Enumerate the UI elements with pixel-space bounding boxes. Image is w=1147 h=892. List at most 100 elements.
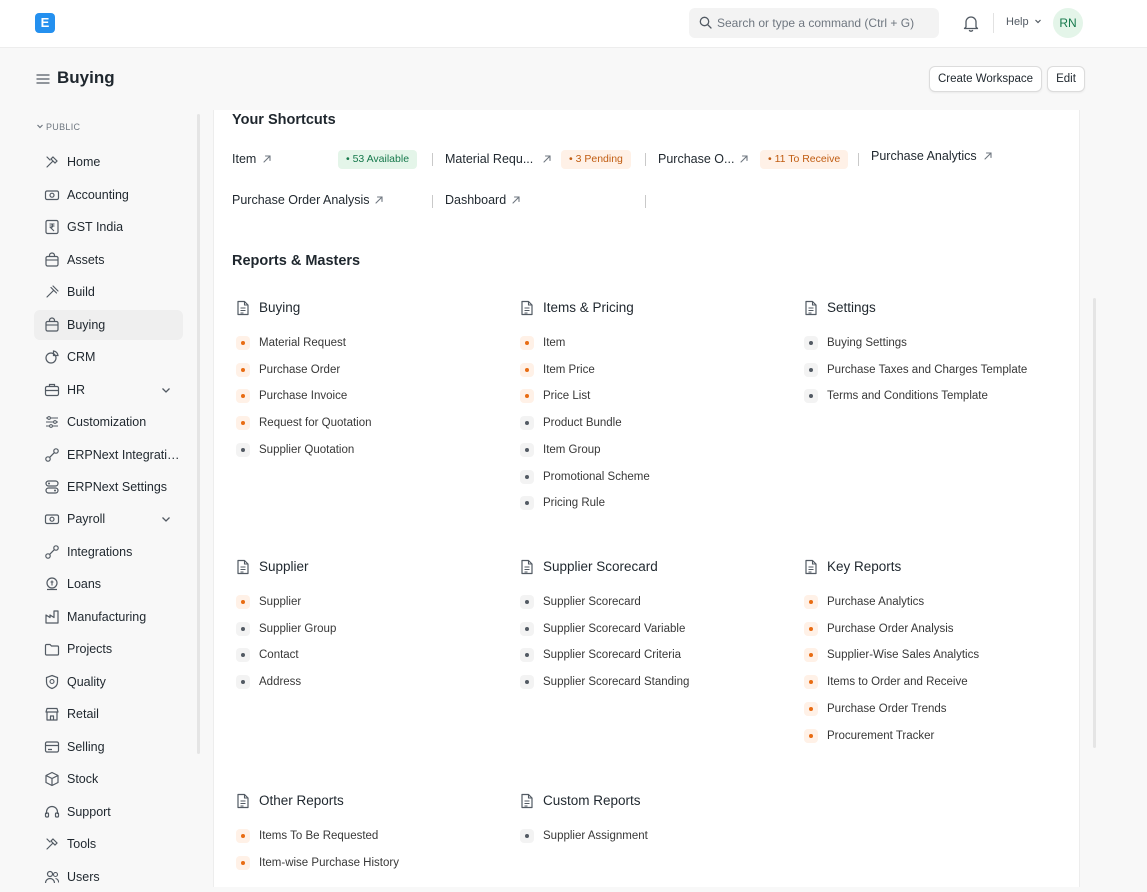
report-link[interactable]: Address bbox=[259, 676, 301, 688]
status-dot bbox=[236, 621, 250, 636]
content-scrollbar[interactable] bbox=[1093, 298, 1096, 748]
sidebar-item-gst-india[interactable]: GST India bbox=[34, 212, 183, 242]
status-dot bbox=[236, 855, 250, 870]
sidebar-item-buying[interactable]: Buying bbox=[34, 310, 183, 340]
report-link[interactable]: Terms and Conditions Template bbox=[827, 390, 988, 402]
sidebar-toggle-icon[interactable] bbox=[36, 73, 50, 85]
report-link[interactable]: Buying Settings bbox=[827, 337, 907, 349]
report-link[interactable]: Product Bundle bbox=[543, 417, 622, 429]
report-link[interactable]: Item bbox=[543, 337, 565, 349]
sidebar-item-label: ERPNext Integrations bbox=[67, 448, 182, 462]
sidebar-item-users[interactable]: Users bbox=[34, 862, 183, 892]
sidebar-item-selling[interactable]: Selling bbox=[34, 732, 183, 762]
report-link[interactable]: Supplier Scorecard Variable bbox=[543, 623, 685, 635]
avatar[interactable]: RN bbox=[1053, 8, 1083, 38]
report-link[interactable]: Items To Be Requested bbox=[259, 830, 378, 842]
report-link[interactable]: Purchase Analytics bbox=[827, 596, 924, 608]
sidebar-item-support[interactable]: Support bbox=[34, 797, 183, 827]
shortcut-material-request[interactable]: Material Requ... bbox=[445, 152, 533, 166]
shortcut-purchase-order-analysis[interactable]: Purchase Order Analysis bbox=[232, 193, 370, 207]
status-dot bbox=[236, 595, 250, 609]
report-link[interactable]: Purchase Order Analysis bbox=[827, 623, 954, 635]
sidebar-item-retail[interactable]: Retail bbox=[34, 699, 183, 729]
sidebar-item-quality[interactable]: Quality bbox=[34, 667, 183, 697]
help-dropdown[interactable]: Help bbox=[1006, 16, 1042, 28]
bag-icon bbox=[45, 317, 59, 332]
report-link[interactable]: Material Request bbox=[259, 337, 346, 349]
sidebar-item-stock[interactable]: Stock bbox=[34, 764, 183, 794]
create-workspace-button[interactable]: Create Workspace bbox=[929, 66, 1042, 92]
shortcut-dashboard[interactable]: Dashboard bbox=[445, 193, 506, 207]
sidebar-item-crm[interactable]: CRM bbox=[34, 342, 183, 372]
sidebar-scrollbar[interactable] bbox=[197, 114, 200, 754]
report-link[interactable]: Supplier Group bbox=[259, 623, 336, 635]
settings-icon bbox=[45, 480, 59, 494]
status-dot bbox=[804, 336, 818, 350]
sidebar-item-loans[interactable]: Loans bbox=[34, 569, 183, 599]
status-dot bbox=[520, 336, 534, 350]
external-link-arrow-icon bbox=[512, 196, 520, 204]
report-link[interactable]: Item Price bbox=[543, 364, 595, 376]
sidebar-section-public[interactable]: PUBLIC bbox=[36, 122, 80, 132]
sidebar-item-accounting[interactable]: Accounting bbox=[34, 180, 183, 210]
report-link[interactable]: Supplier Assignment bbox=[543, 830, 648, 842]
sidebar-item-label: Retail bbox=[67, 707, 99, 721]
sidebar-item-label: CRM bbox=[67, 350, 96, 364]
sidebar-item-label: Customization bbox=[67, 415, 147, 429]
sidebar-item-projects[interactable]: Projects bbox=[34, 634, 183, 664]
notification-bell-icon[interactable] bbox=[963, 14, 979, 32]
sidebar-item-erpnext-settings[interactable]: ERPNext Settings bbox=[34, 472, 183, 502]
report-link[interactable]: Request for Quotation bbox=[259, 417, 372, 429]
report-link[interactable]: Purchase Taxes and Charges Template bbox=[827, 364, 1027, 376]
sidebar-item-build[interactable]: Build bbox=[34, 277, 183, 307]
status-dot bbox=[520, 389, 534, 404]
chevron-down-icon[interactable] bbox=[160, 384, 172, 396]
search-input[interactable] bbox=[717, 8, 932, 38]
page-title: Buying bbox=[57, 68, 115, 87]
report-link[interactable]: Price List bbox=[543, 390, 590, 402]
section-title: Other Reports bbox=[259, 793, 344, 808]
report-link[interactable]: Item Group bbox=[543, 444, 601, 456]
status-dot bbox=[236, 336, 250, 350]
app-logo[interactable]: E bbox=[35, 13, 55, 33]
chevron-down-icon bbox=[1034, 19, 1041, 24]
report-link[interactable]: Pricing Rule bbox=[543, 497, 605, 509]
tools-icon bbox=[46, 156, 58, 168]
report-link[interactable]: Supplier bbox=[259, 596, 301, 608]
report-link[interactable]: Supplier Scorecard Criteria bbox=[543, 649, 681, 661]
report-link[interactable]: Procurement Tracker bbox=[827, 730, 934, 742]
sidebar-item-integrations[interactable]: Integrations bbox=[34, 537, 183, 567]
sidebar-item-hr[interactable]: HR bbox=[34, 375, 183, 405]
sidebar-item-label: Integrations bbox=[67, 545, 133, 559]
report-link[interactable]: Promotional Scheme bbox=[543, 471, 650, 483]
headset-icon bbox=[44, 805, 60, 818]
sidebar-item-tools[interactable]: Tools bbox=[34, 829, 183, 859]
report-link[interactable]: Supplier-Wise Sales Analytics bbox=[827, 649, 979, 661]
sidebar-item-payroll[interactable]: Payroll bbox=[34, 504, 183, 534]
report-link[interactable]: Contact bbox=[259, 649, 299, 661]
sidebar-item-manufacturing[interactable]: Manufacturing bbox=[34, 602, 183, 632]
edit-button[interactable]: Edit bbox=[1047, 66, 1085, 92]
shortcut-item[interactable]: Item bbox=[232, 152, 256, 166]
report-link[interactable]: Supplier Scorecard Standing bbox=[543, 676, 689, 688]
shortcut-purchase-analytics[interactable]: Purchase Analytics bbox=[871, 149, 977, 163]
report-link[interactable]: Items to Order and Receive bbox=[827, 676, 968, 688]
badge-text: 11 To Receive bbox=[774, 153, 841, 165]
report-link[interactable]: Purchase Invoice bbox=[259, 390, 347, 402]
report-link[interactable]: Purchase Order Trends bbox=[827, 703, 947, 715]
shortcut-purchase-order[interactable]: Purchase O... bbox=[658, 152, 734, 166]
report-link[interactable]: Item-wise Purchase History bbox=[259, 857, 399, 869]
document-icon bbox=[521, 559, 533, 575]
sidebar-item-customization[interactable]: Customization bbox=[34, 407, 183, 437]
sidebar-item-assets[interactable]: Assets bbox=[34, 245, 183, 275]
document-icon bbox=[805, 300, 817, 316]
report-link[interactable]: Supplier Quotation bbox=[259, 444, 354, 456]
chevron-down-icon[interactable] bbox=[160, 513, 172, 525]
sliders-icon bbox=[46, 416, 58, 428]
report-link[interactable]: Purchase Order bbox=[259, 364, 340, 376]
report-link[interactable]: Supplier Scorecard bbox=[543, 596, 641, 608]
search-bar[interactable] bbox=[689, 8, 939, 38]
factory-icon bbox=[45, 610, 59, 624]
sidebar-item-home[interactable]: Home bbox=[34, 147, 183, 177]
sidebar-item-erpnext-integrations[interactable]: ERPNext Integrations bbox=[34, 440, 183, 470]
